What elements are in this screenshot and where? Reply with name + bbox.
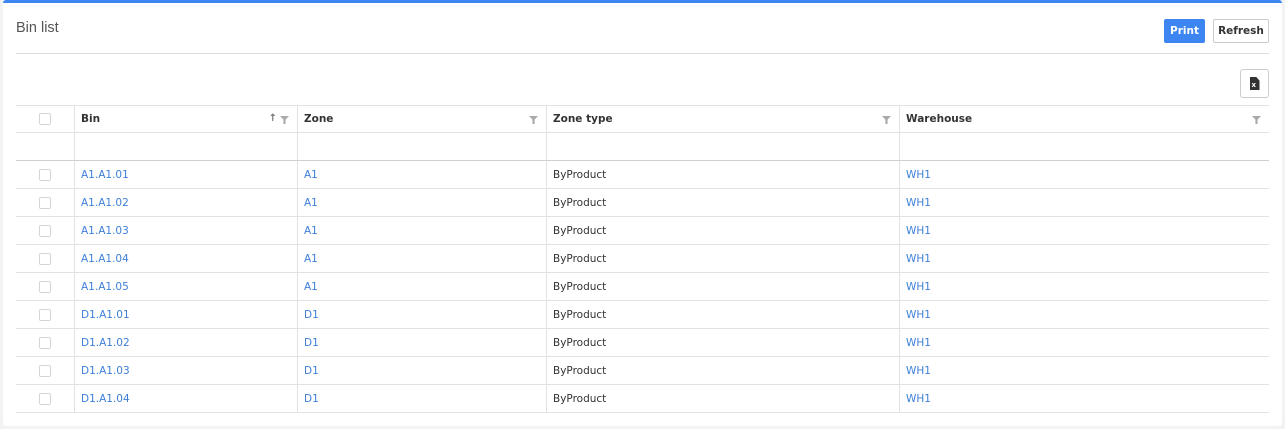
bin-link[interactable]: A1.A1.03 [74, 217, 297, 244]
filter-input-zone[interactable] [297, 133, 546, 160]
zone-type-cell: ByProduct [546, 273, 899, 300]
filter-icon[interactable] [882, 116, 891, 124]
row-select-cell [16, 301, 74, 328]
zone-type-cell: ByProduct [546, 161, 899, 188]
row-checkbox[interactable] [39, 336, 51, 349]
bin-link[interactable]: D1.A1.02 [74, 329, 297, 356]
zone-link[interactable]: D1 [297, 301, 546, 328]
warehouse-link[interactable]: WH1 [899, 273, 1269, 300]
export-excel-button[interactable]: x [1240, 69, 1269, 98]
zone-link[interactable]: A1 [297, 217, 546, 244]
bin-table: Bin ↑ Zone Zone type Warehouse A1.A1.01 … [16, 105, 1269, 413]
table-row: A1.A1.05 A1 ByProduct WH1 [16, 273, 1269, 301]
row-select-cell [16, 245, 74, 272]
column-header-zone[interactable]: Zone [297, 106, 546, 132]
table-row: D1.A1.04 D1 ByProduct WH1 [16, 385, 1269, 413]
row-checkbox[interactable] [39, 196, 51, 209]
table-row: A1.A1.03 A1 ByProduct WH1 [16, 217, 1269, 245]
bin-link[interactable]: D1.A1.01 [74, 301, 297, 328]
warehouse-link[interactable]: WH1 [899, 385, 1269, 412]
row-checkbox[interactable] [39, 364, 51, 377]
zone-link[interactable]: D1 [297, 357, 546, 384]
zone-type-cell: ByProduct [546, 245, 899, 272]
column-label-zone-type: Zone type [553, 113, 613, 125]
filter-input-warehouse[interactable] [899, 133, 1269, 160]
row-checkbox[interactable] [39, 280, 51, 293]
column-header-bin[interactable]: Bin ↑ [74, 106, 297, 132]
table-row: D1.A1.03 D1 ByProduct WH1 [16, 357, 1269, 385]
zone-type-cell: ByProduct [546, 357, 899, 384]
table-row: D1.A1.01 D1 ByProduct WH1 [16, 301, 1269, 329]
bin-link[interactable]: D1.A1.04 [74, 385, 297, 412]
row-select-cell [16, 161, 74, 188]
filter-icon[interactable] [529, 116, 538, 124]
row-checkbox[interactable] [39, 392, 51, 405]
bin-link[interactable]: D1.A1.03 [74, 357, 297, 384]
excel-export-icon: x [1249, 77, 1260, 90]
zone-link[interactable]: D1 [297, 385, 546, 412]
row-select-cell [16, 189, 74, 216]
bin-list-panel: Bin list Print Refresh x Bin ↑ Zone Zone… [3, 0, 1282, 426]
warehouse-link[interactable]: WH1 [899, 161, 1269, 188]
header-divider [16, 53, 1269, 54]
column-label-zone: Zone [304, 113, 334, 125]
zone-link[interactable]: A1 [297, 245, 546, 272]
row-select-cell [16, 329, 74, 356]
bin-link[interactable]: A1.A1.04 [74, 245, 297, 272]
row-select-cell [16, 385, 74, 412]
zone-type-cell: ByProduct [546, 189, 899, 216]
row-checkbox[interactable] [39, 168, 51, 181]
warehouse-link[interactable]: WH1 [899, 301, 1269, 328]
filter-input-zone-type[interactable] [546, 133, 899, 160]
bin-link[interactable]: A1.A1.02 [74, 189, 297, 216]
row-checkbox[interactable] [39, 224, 51, 237]
print-button[interactable]: Print [1164, 19, 1205, 43]
table-row: A1.A1.02 A1 ByProduct WH1 [16, 189, 1269, 217]
warehouse-link[interactable]: WH1 [899, 245, 1269, 272]
warehouse-link[interactable]: WH1 [899, 357, 1269, 384]
excel-icon-glyph: x [1251, 81, 1257, 89]
zone-link[interactable]: D1 [297, 329, 546, 356]
warehouse-link[interactable]: WH1 [899, 217, 1269, 244]
table-row: D1.A1.02 D1 ByProduct WH1 [16, 329, 1269, 357]
zone-link[interactable]: A1 [297, 273, 546, 300]
panel-header: Bin list Print Refresh [3, 3, 1282, 54]
row-checkbox[interactable] [39, 308, 51, 321]
table-row: A1.A1.04 A1 ByProduct WH1 [16, 245, 1269, 273]
column-header-warehouse[interactable]: Warehouse [899, 106, 1269, 132]
bin-link[interactable]: A1.A1.05 [74, 273, 297, 300]
zone-type-cell: ByProduct [546, 217, 899, 244]
row-select-cell [16, 273, 74, 300]
zone-type-cell: ByProduct [546, 385, 899, 412]
row-select-cell [16, 357, 74, 384]
column-header-zone-type[interactable]: Zone type [546, 106, 899, 132]
bin-link[interactable]: A1.A1.01 [74, 161, 297, 188]
table-header-row: Bin ↑ Zone Zone type Warehouse [16, 105, 1269, 133]
table-row: A1.A1.01 A1 ByProduct WH1 [16, 161, 1269, 189]
row-checkbox[interactable] [39, 252, 51, 265]
zone-type-cell: ByProduct [546, 329, 899, 356]
row-select-cell [16, 217, 74, 244]
zone-link[interactable]: A1 [297, 161, 546, 188]
filter-row [16, 133, 1269, 161]
zone-type-cell: ByProduct [546, 301, 899, 328]
select-all-cell [16, 106, 74, 132]
warehouse-link[interactable]: WH1 [899, 329, 1269, 356]
column-label-warehouse: Warehouse [906, 113, 973, 125]
sort-ascending-icon[interactable]: ↑ [269, 113, 277, 124]
filter-spacer [16, 133, 74, 160]
warehouse-link[interactable]: WH1 [899, 189, 1269, 216]
column-label-bin: Bin [81, 113, 101, 125]
filter-icon[interactable] [1252, 116, 1261, 124]
table-body: A1.A1.01 A1 ByProduct WH1 A1.A1.02 A1 By… [16, 161, 1269, 413]
zone-link[interactable]: A1 [297, 189, 546, 216]
filter-input-bin[interactable] [74, 133, 297, 160]
page-title: Bin list [16, 20, 59, 36]
filter-icon[interactable] [280, 116, 289, 124]
select-all-checkbox[interactable] [39, 113, 51, 125]
refresh-button[interactable]: Refresh [1213, 19, 1269, 43]
